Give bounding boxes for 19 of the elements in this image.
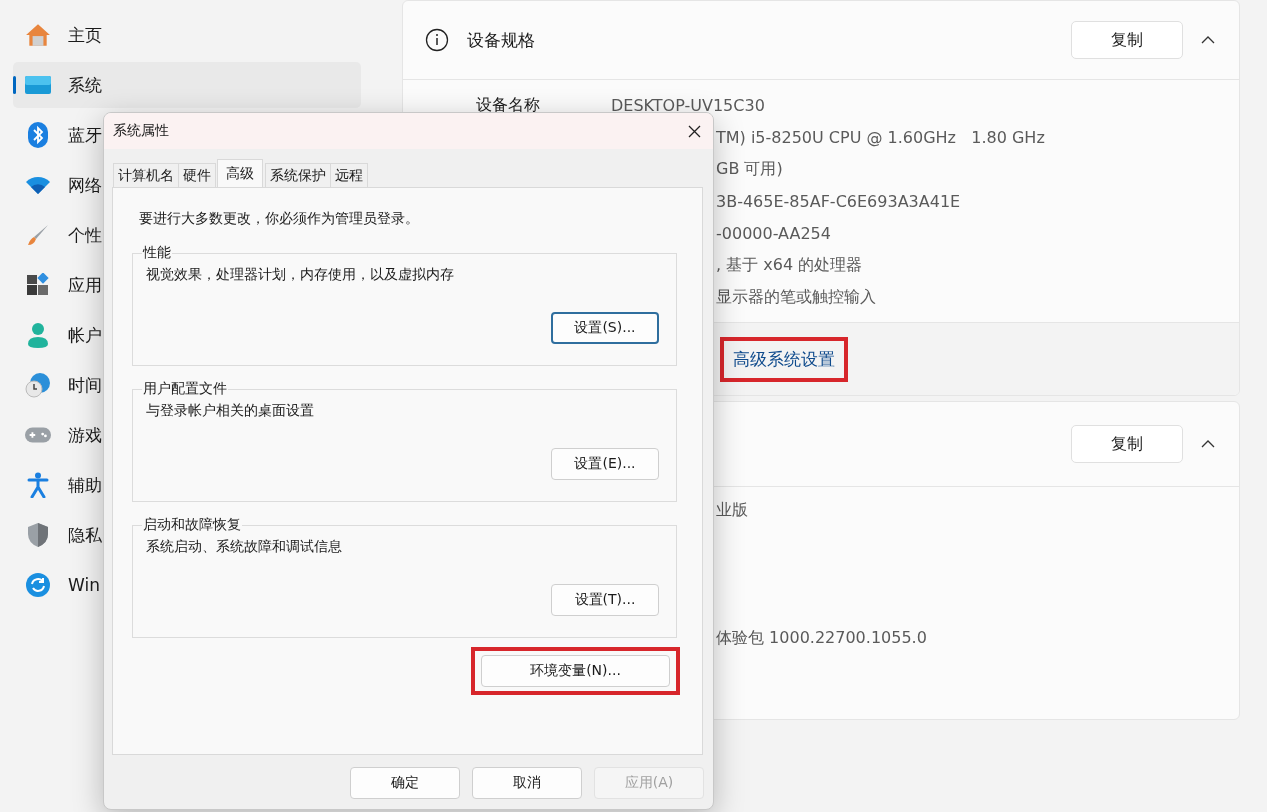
group-title: 启动和故障恢复	[142, 516, 242, 534]
spec-value: DESKTOP-UV15C30	[611, 95, 765, 115]
group-description: 系统启动、系统故障和调试信息	[146, 538, 343, 556]
spec-value: TM) i5-8250U CPU @ 1.60GHz 1.80 GHz	[716, 127, 1045, 147]
spec-value: 显示器的笔或触控输入	[716, 286, 876, 308]
spec-label: 设备名称	[476, 94, 541, 116]
card-title: 设备规格	[467, 28, 536, 52]
group-description: 与登录帐户相关的桌面设置	[146, 402, 315, 420]
spec-value: GB 可用)	[716, 158, 783, 180]
spec-value: 3B-465E-85AF-C6E693A3A41E	[716, 191, 961, 211]
spec-value: 体验包 1000.22700.1055.0	[716, 627, 927, 649]
spec-value: -00000-AA254	[716, 223, 831, 243]
group-title: 用户配置文件	[142, 380, 228, 398]
admin-notice: 要进行大多数更改，你必须作为管理员登录。	[139, 210, 420, 228]
dialog-title: 系统属性	[113, 122, 169, 140]
group-title: 性能	[142, 244, 172, 262]
spec-value: 业版	[716, 499, 748, 521]
spec-value: , 基于 x64 的处理器	[716, 254, 863, 276]
group-description: 视觉效果，处理器计划，内存使用，以及虚拟内存	[146, 266, 455, 284]
